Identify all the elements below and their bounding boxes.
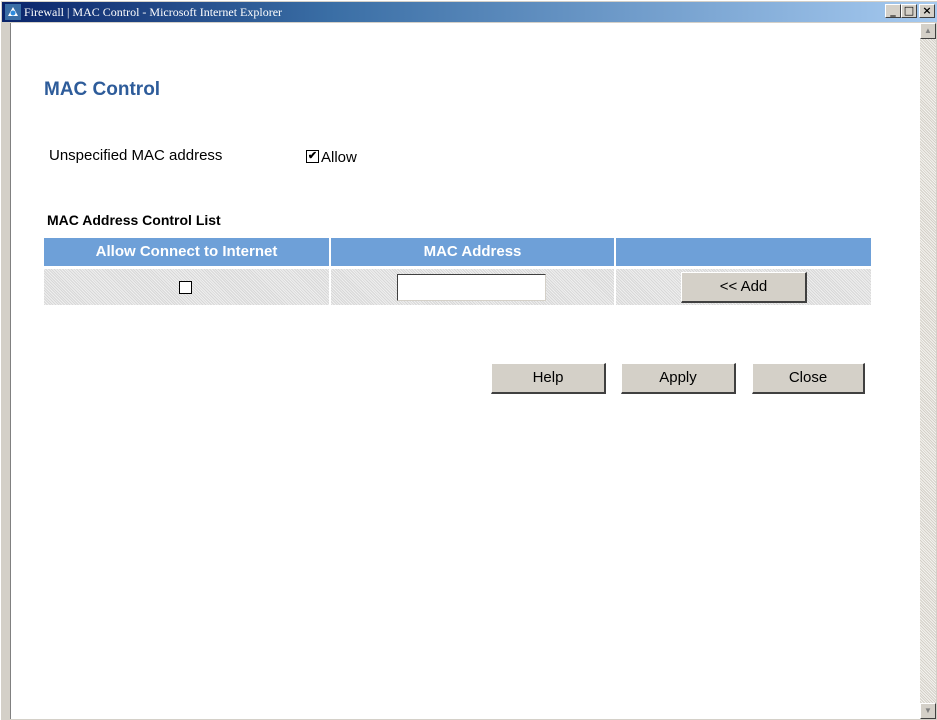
table-header: Allow Connect to Internet MAC Address bbox=[44, 238, 871, 266]
add-button[interactable]: << Add bbox=[681, 272, 807, 303]
allow-unspecified-checkbox[interactable]: ✔ bbox=[306, 150, 319, 163]
column-header-mac: MAC Address bbox=[329, 238, 614, 266]
mac-cell bbox=[329, 269, 614, 305]
window-controls: _ □ × bbox=[885, 4, 935, 20]
scroll-down-icon[interactable]: ▼ bbox=[920, 703, 936, 719]
ie-icon bbox=[5, 4, 21, 20]
column-header-allow: Allow Connect to Internet bbox=[95, 243, 278, 260]
control-list-title: MAC Address Control List bbox=[47, 212, 221, 228]
scroll-up-icon[interactable]: ▲ bbox=[920, 23, 936, 39]
maximize-button[interactable]: □ bbox=[901, 4, 917, 18]
unspecified-mac-label: Unspecified MAC address bbox=[49, 147, 223, 164]
mac-control-table: Allow Connect to Internet MAC Address <<… bbox=[44, 238, 871, 305]
close-window-button[interactable]: × bbox=[919, 4, 935, 18]
table-row: << Add bbox=[44, 269, 871, 305]
vertical-scrollbar[interactable]: ▲ ▼ bbox=[920, 23, 936, 719]
minimize-button[interactable]: _ bbox=[885, 4, 901, 18]
page-content: MAC Control Unspecified MAC address ✔ Al… bbox=[10, 23, 921, 719]
window-title: Firewall | MAC Control - Microsoft Inter… bbox=[24, 5, 283, 19]
mac-address-input[interactable] bbox=[397, 274, 546, 301]
close-button[interactable]: Close bbox=[752, 363, 865, 394]
apply-button[interactable]: Apply bbox=[621, 363, 736, 394]
page-title: MAC Control bbox=[44, 79, 161, 100]
title-bar[interactable]: Firewall | MAC Control - Microsoft Inter… bbox=[2, 2, 937, 22]
help-button[interactable]: Help bbox=[491, 363, 606, 394]
allow-connect-checkbox[interactable] bbox=[179, 281, 192, 294]
action-cell: << Add bbox=[614, 269, 871, 305]
browser-window: Firewall | MAC Control - Microsoft Inter… bbox=[0, 0, 937, 720]
allow-cell bbox=[44, 269, 329, 305]
allow-label: Allow bbox=[321, 149, 357, 166]
column-header-action bbox=[614, 238, 871, 266]
